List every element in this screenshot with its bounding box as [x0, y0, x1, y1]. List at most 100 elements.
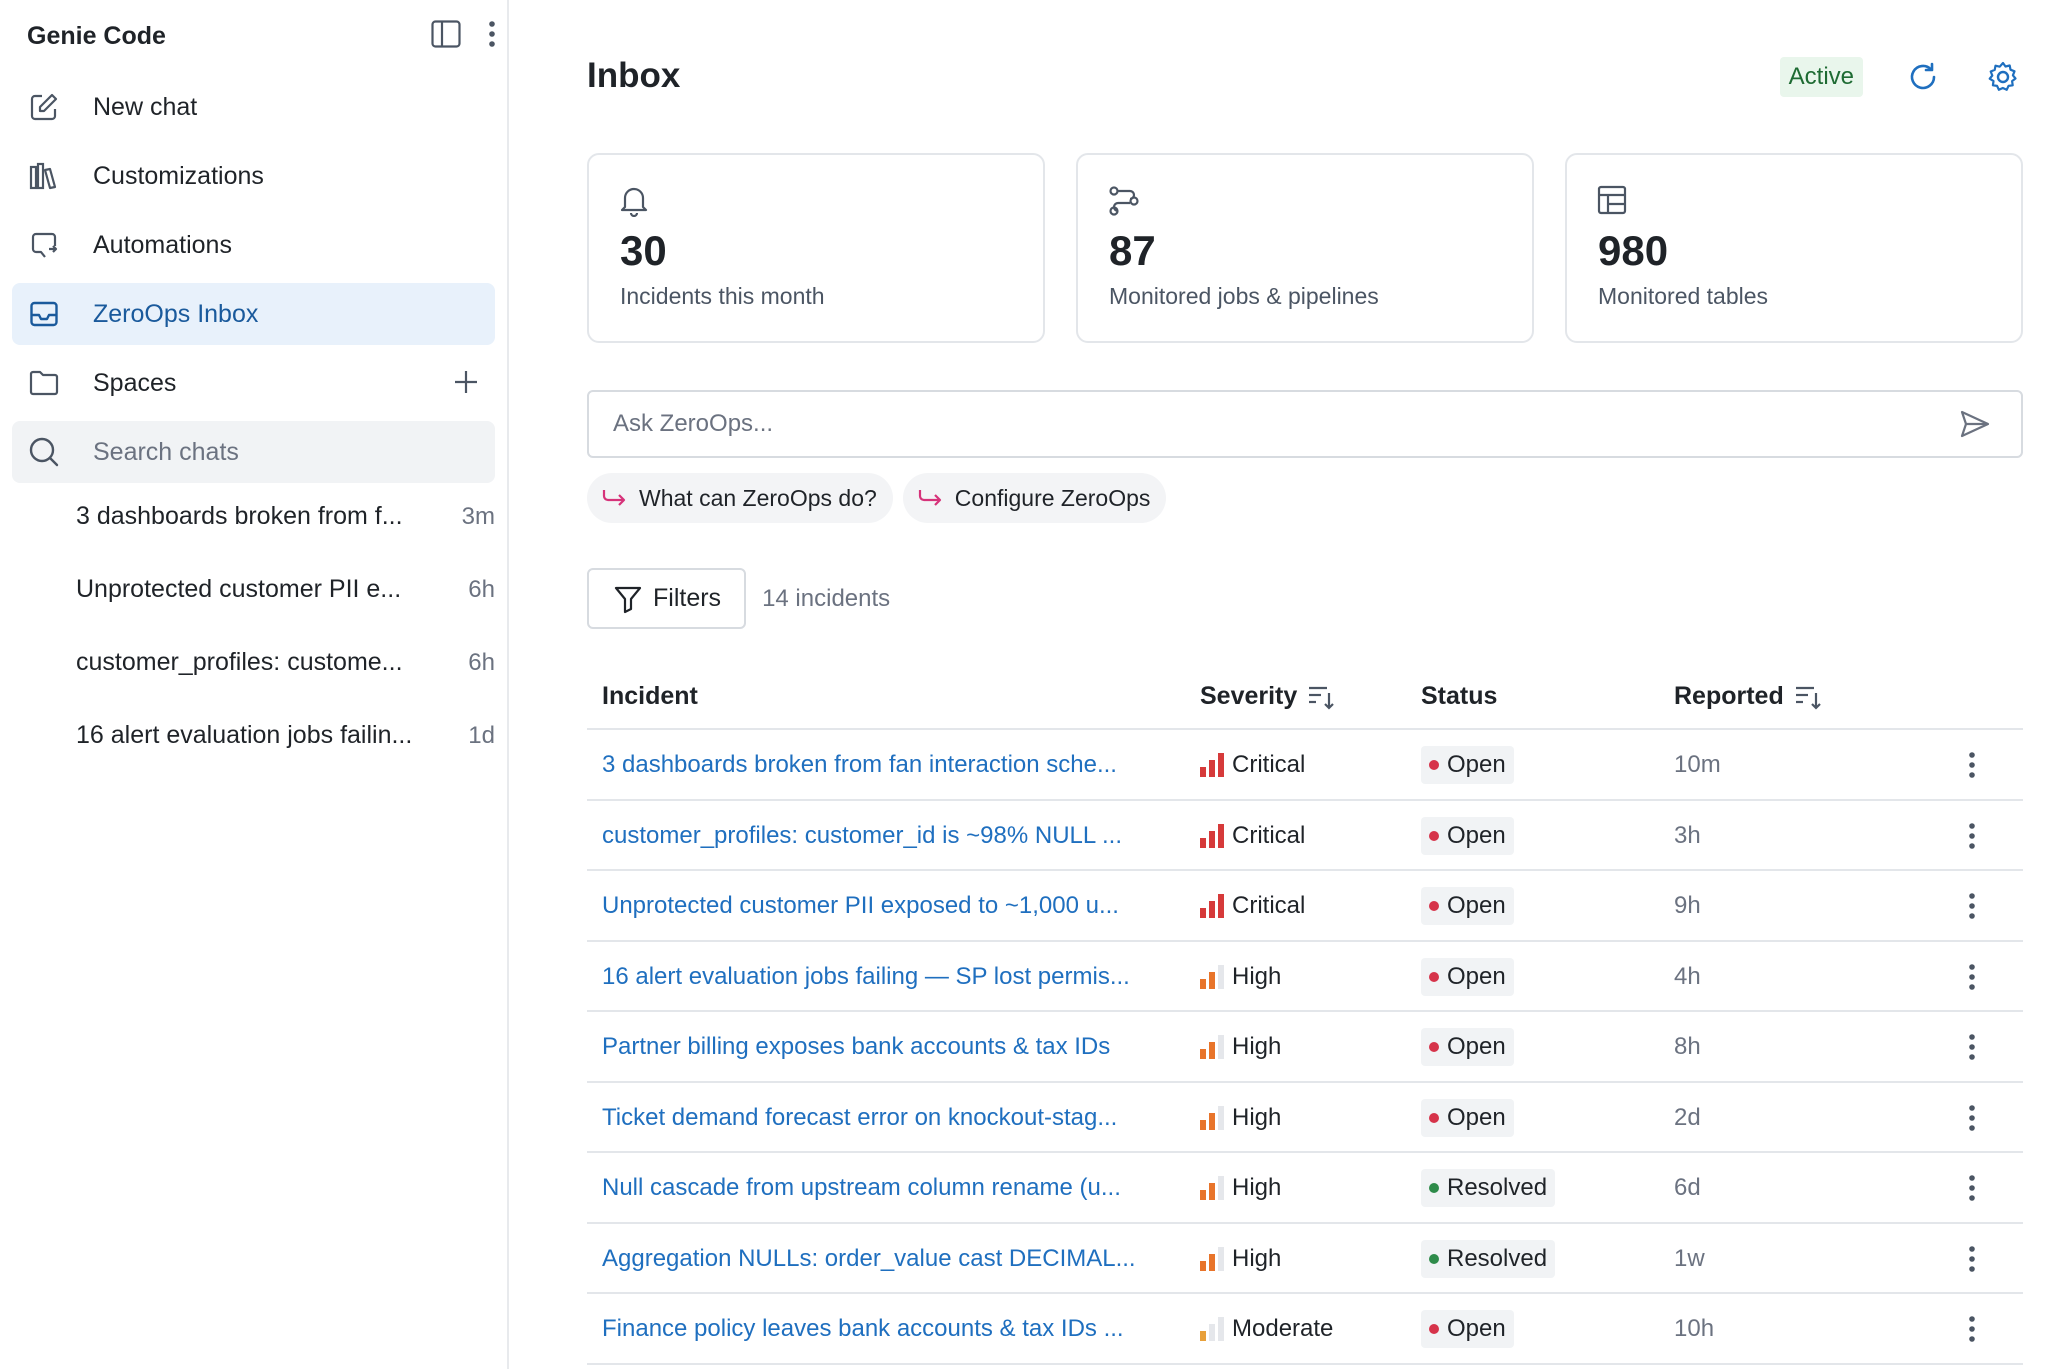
filter-row: Filters 14 incidents	[587, 568, 890, 629]
severity-bar	[1209, 1183, 1215, 1200]
stat-card-jobs: 87 Monitored jobs & pipelines	[1076, 153, 1534, 343]
row-more-options-icon[interactable]	[1957, 730, 1987, 800]
chat-history-item[interactable]: 16 alert evaluation jobs failin... 1d	[76, 699, 495, 772]
table-row[interactable]: Ticket demand forecast error on knockout…	[587, 1083, 2023, 1153]
send-icon[interactable]	[1959, 408, 1991, 445]
incident-link[interactable]: Aggregation NULLs: order_value cast DECI…	[602, 1224, 1136, 1294]
row-more-options-icon[interactable]	[1957, 1294, 1987, 1364]
severity-label: Critical	[1232, 892, 1306, 919]
row-more-options-icon[interactable]	[1957, 1012, 1987, 1082]
stat-value: 980	[1598, 227, 1669, 274]
severity-bars-icon	[1200, 1105, 1224, 1130]
search-chats-input[interactable]: Search chats	[12, 421, 495, 483]
more-options-icon[interactable]	[487, 19, 497, 54]
sidebar-toggle-icon[interactable]	[431, 19, 461, 53]
status-dot-icon	[1429, 1042, 1439, 1052]
incident-link[interactable]: Finance policy leaves bank accounts & ta…	[602, 1294, 1124, 1364]
severity-bars-icon	[1200, 1176, 1224, 1200]
stat-card-tables: 980 Monitored tables	[1565, 153, 2023, 343]
chat-history-item[interactable]: customer_profiles: custome... 6h	[76, 626, 495, 699]
suggestion-label: Configure ZeroOps	[954, 484, 1151, 511]
status-cell: Open	[1421, 1012, 1514, 1082]
sidebar-item-automations[interactable]: Automations	[12, 214, 495, 276]
status-label: Open	[1447, 1315, 1506, 1342]
severity-bars-icon	[1200, 894, 1224, 918]
header-actions: Active	[1779, 56, 2023, 98]
add-space-icon[interactable]	[451, 367, 481, 404]
library-icon	[27, 159, 61, 193]
table-row[interactable]: customer_profiles: customer_id is ~98% N…	[587, 801, 2023, 871]
filters-button[interactable]: Filters	[587, 568, 747, 629]
sidebar-item-label: Spaces	[93, 368, 177, 397]
incident-link[interactable]: Partner billing exposes bank accounts & …	[602, 1012, 1110, 1082]
refresh-icon[interactable]	[1903, 57, 1943, 97]
severity-cell: Critical	[1200, 871, 1305, 941]
sort-icon[interactable]	[1307, 684, 1335, 710]
status-label: Resolved	[1447, 1174, 1548, 1201]
incident-link[interactable]: 16 alert evaluation jobs failing — SP lo…	[602, 942, 1130, 1012]
incident-link[interactable]: Null cascade from upstream column rename…	[602, 1153, 1121, 1223]
status-label: Open	[1447, 821, 1506, 849]
sidebar-item-spaces[interactable]: Spaces	[12, 352, 495, 414]
sidebar-item-zeroops-inbox[interactable]: ZeroOps Inbox	[12, 283, 495, 345]
column-header-reported[interactable]: Reported	[1674, 682, 1822, 711]
chat-age: 3m	[461, 502, 495, 530]
table-row[interactable]: 16 alert evaluation jobs failing — SP lo…	[587, 942, 2023, 1012]
filter-icon	[613, 584, 643, 614]
status-badge: Resolved	[1421, 1169, 1556, 1207]
severity-bar	[1200, 1049, 1206, 1059]
incident-link[interactable]: customer_profiles: customer_id is ~98% N…	[602, 801, 1122, 871]
severity-cell: High	[1200, 942, 1281, 1012]
table-row[interactable]: Null cascade from upstream column rename…	[587, 1153, 2023, 1224]
status-cell: Open	[1421, 730, 1514, 800]
chat-history-item[interactable]: Unprotected customer PII e... 6h	[76, 553, 495, 626]
severity-cell: High	[1200, 1153, 1281, 1223]
column-header-status: Status	[1421, 682, 1497, 711]
status-cell: Open	[1421, 942, 1514, 1012]
row-more-options-icon[interactable]	[1957, 1224, 1987, 1294]
bell-icon	[619, 187, 649, 221]
status-dot-icon	[1429, 1183, 1439, 1193]
table-row[interactable]: Partner billing exposes bank accounts & …	[587, 1012, 2023, 1083]
status-cell: Open	[1421, 1083, 1514, 1153]
row-more-options-icon[interactable]	[1957, 942, 1987, 1012]
row-more-options-icon[interactable]	[1957, 1083, 1987, 1153]
severity-bars-icon	[1200, 823, 1224, 848]
gear-icon[interactable]	[1983, 57, 2023, 97]
stat-label: Monitored jobs & pipelines	[1109, 283, 1379, 309]
severity-bar	[1200, 767, 1206, 777]
table-row[interactable]: Finance policy leaves bank accounts & ta…	[587, 1294, 2023, 1365]
column-label: Reported	[1674, 682, 1784, 710]
sidebar-item-customizations[interactable]: Customizations	[12, 145, 495, 207]
status-dot-icon	[1429, 830, 1439, 841]
chat-age: 1d	[468, 721, 495, 749]
row-more-options-icon[interactable]	[1957, 871, 1987, 941]
sort-icon[interactable]	[1794, 684, 1822, 710]
table-row[interactable]: 3 dashboards broken from fan interaction…	[587, 730, 2023, 801]
status-label: Open	[1447, 751, 1506, 778]
severity-bar	[1218, 1176, 1224, 1200]
sidebar-item-new-chat[interactable]: New chat	[12, 76, 495, 138]
table-row[interactable]: Unprotected customer PII exposed to ~1,0…	[587, 871, 2023, 942]
suggestion-chip[interactable]: What can ZeroOps do?	[587, 473, 893, 523]
severity-bars-icon	[1200, 1035, 1224, 1059]
suggestion-chip[interactable]: Configure ZeroOps	[902, 473, 1167, 523]
severity-cell: High	[1200, 1224, 1281, 1294]
ask-zeroops-input[interactable]: Ask ZeroOps...	[587, 390, 2023, 458]
column-header-severity[interactable]: Severity	[1200, 682, 1335, 711]
row-more-options-icon[interactable]	[1957, 1153, 1987, 1223]
row-more-options-icon[interactable]	[1957, 801, 1987, 871]
table-row[interactable]: Aggregation NULLs: order_value cast DECI…	[587, 1224, 2023, 1294]
chat-age: 6h	[468, 648, 495, 676]
chat-history-item[interactable]: 3 dashboards broken from f... 3m	[76, 480, 495, 553]
incident-link[interactable]: 3 dashboards broken from fan interaction…	[602, 730, 1117, 800]
incident-link[interactable]: Unprotected customer PII exposed to ~1,0…	[602, 871, 1119, 941]
sidebar-item-label: ZeroOps Inbox	[93, 299, 259, 328]
reported-time: 6d	[1674, 1174, 1701, 1201]
severity-label: High	[1232, 962, 1282, 990]
severity-label: High	[1232, 1033, 1282, 1060]
severity-cell: Moderate	[1200, 1294, 1333, 1364]
sidebar-nav: New chat Customizations Automations Zero…	[12, 76, 495, 483]
status-cell: Open	[1421, 871, 1514, 941]
incident-link[interactable]: Ticket demand forecast error on knockout…	[602, 1083, 1117, 1153]
